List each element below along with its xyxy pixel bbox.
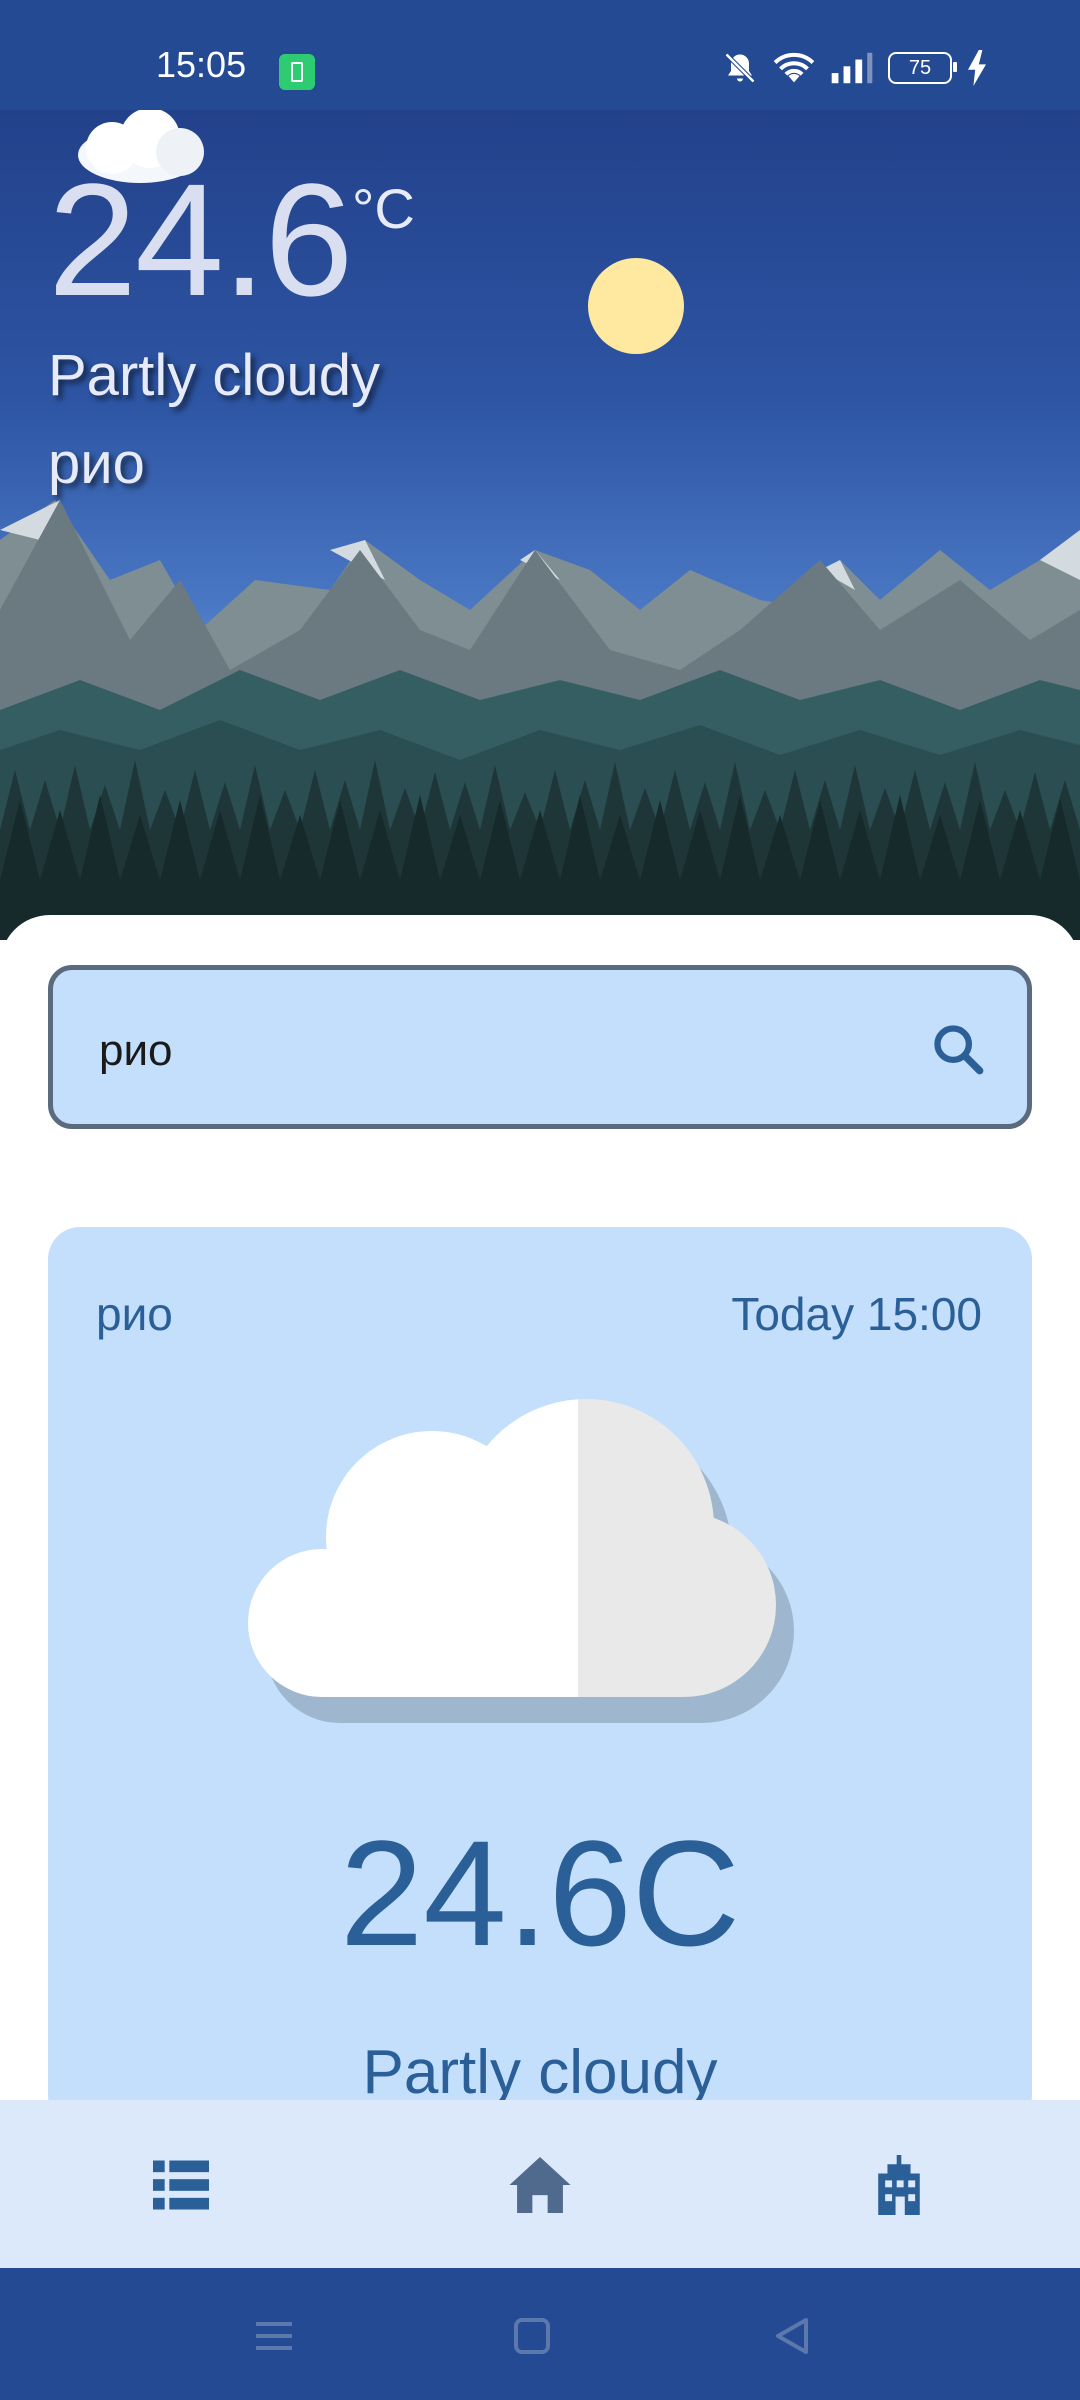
search-box[interactable] xyxy=(48,965,1032,1129)
signal-icon xyxy=(831,52,873,84)
nav-city-button[interactable] xyxy=(864,2150,934,2220)
hero-temperature-unit: °C xyxy=(352,177,415,240)
card-city: рио xyxy=(96,1288,173,1340)
search-input[interactable] xyxy=(97,1010,901,1092)
nav-home-button[interactable] xyxy=(505,2150,575,2220)
hero-temperature: 24.6 xyxy=(48,150,353,329)
battery-icon: 75 xyxy=(888,52,957,84)
nav-list-button[interactable] xyxy=(146,2150,216,2220)
charging-icon xyxy=(968,50,986,86)
status-time: 15:05 xyxy=(156,44,247,85)
search-icon[interactable] xyxy=(929,1020,987,1078)
card-condition: Partly cloudy xyxy=(362,2038,718,2107)
hero-city: рио xyxy=(48,431,145,496)
mute-icon xyxy=(724,52,756,84)
card-time: Today 15:00 xyxy=(731,1288,982,1340)
status-bar: 15:05 75 xyxy=(0,0,1080,110)
home-icon xyxy=(509,2157,571,2213)
hero-banner: 24.6 °C Partly cloudy рио xyxy=(0,110,1080,940)
home-square-icon[interactable] xyxy=(508,2312,556,2360)
bottom-navigation xyxy=(0,2100,1080,2268)
partly-cloudy-icon xyxy=(248,1399,794,1723)
weather-card[interactable]: рио Today 15:00 24.6C Partly cloudy xyxy=(48,1227,1032,2127)
battery-level: 75 xyxy=(908,56,932,79)
city-icon xyxy=(878,2155,920,2215)
battery-saver-icon xyxy=(279,54,315,90)
back-icon[interactable] xyxy=(768,2312,816,2360)
system-navigation-bar xyxy=(0,2268,1080,2400)
menu-icon[interactable] xyxy=(250,2312,298,2360)
list-icon xyxy=(153,2160,209,2210)
status-icons: 75 xyxy=(722,50,988,86)
wifi-icon xyxy=(773,52,815,83)
hero-condition: Partly cloudy xyxy=(48,343,381,408)
card-temperature: 24.6C xyxy=(339,1809,741,1977)
